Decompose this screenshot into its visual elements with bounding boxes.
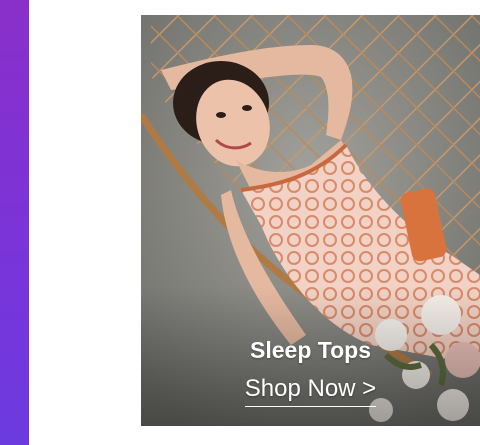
promo-banner[interactable]: Sleep Tops Shop Now > [141,15,480,426]
accent-side-bar [0,0,29,445]
banner-title: Sleep Tops [250,337,371,363]
shop-now-link-wrapper: Shop Now > [141,375,480,407]
shop-now-link[interactable]: Shop Now > [244,375,377,407]
